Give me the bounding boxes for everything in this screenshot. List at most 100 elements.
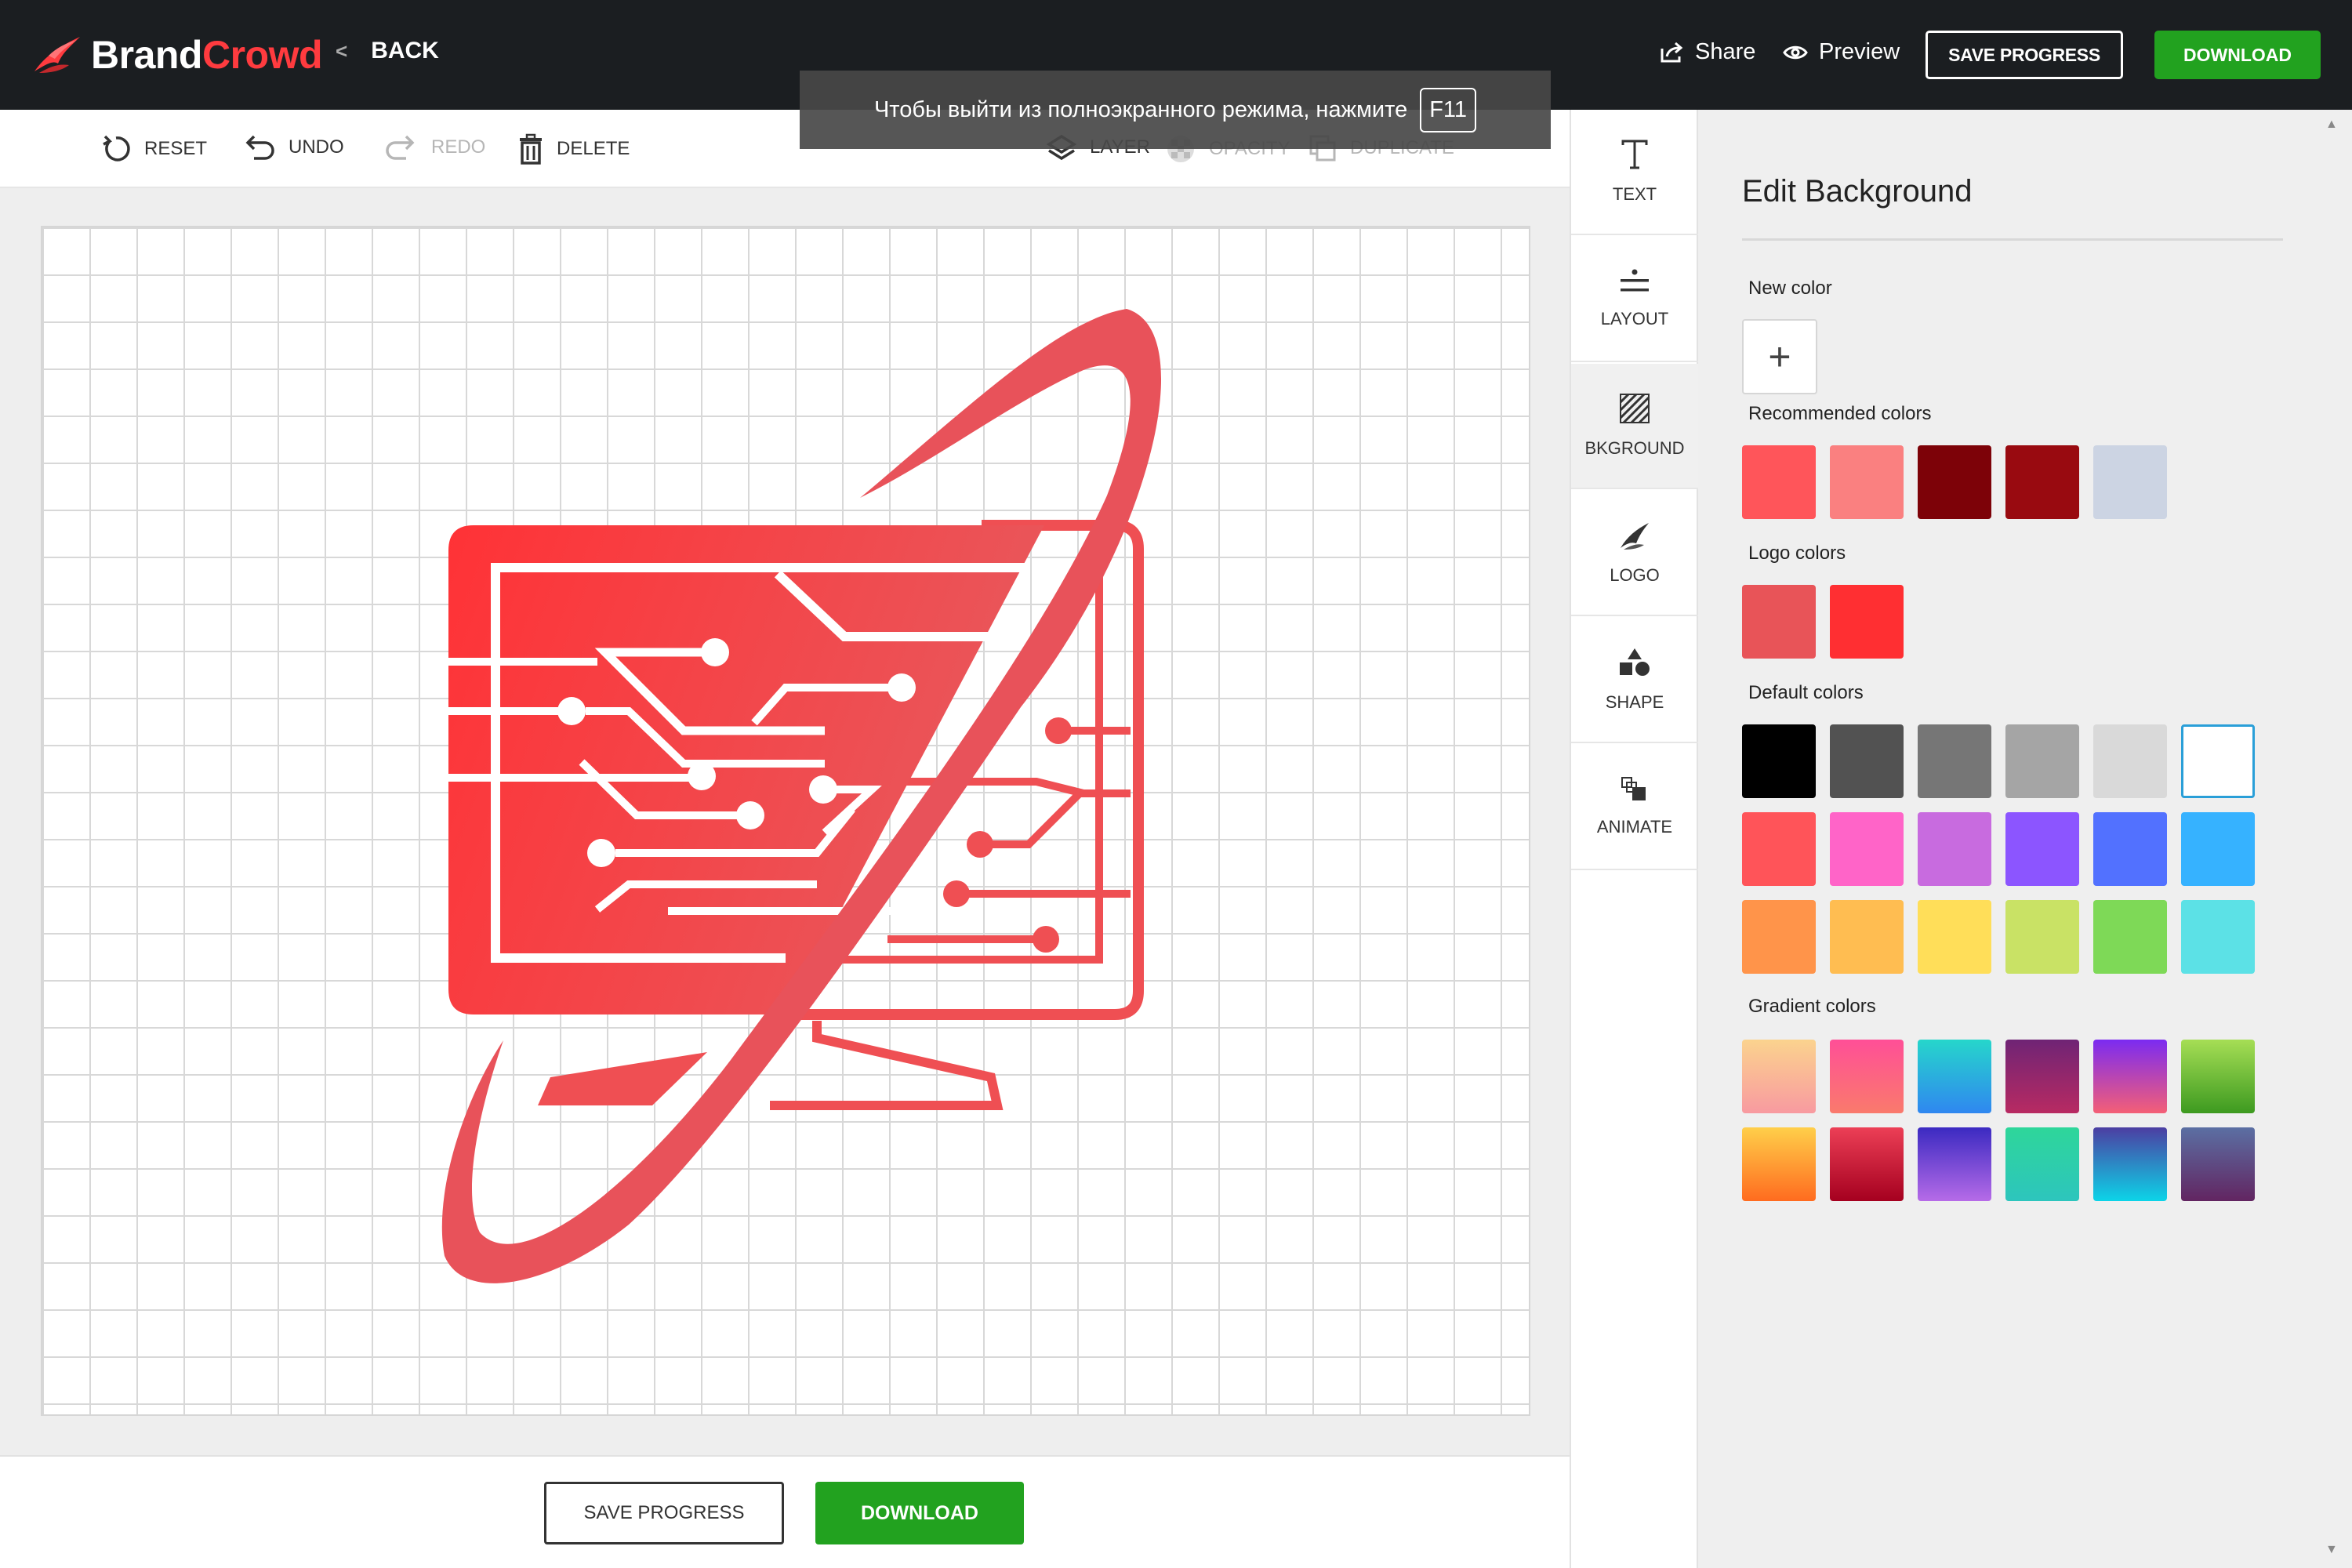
panel-divider [1742, 238, 2283, 241]
chevron-left-icon: < [336, 38, 348, 63]
brand-swoosh-icon [34, 37, 80, 73]
panel-title: Edit Background [1742, 174, 1973, 209]
background-icon [1619, 393, 1650, 424]
default-color-swatch[interactable] [1830, 812, 1904, 886]
gradient-color-swatch[interactable] [1830, 1040, 1904, 1113]
logo-color-swatch[interactable] [1830, 585, 1904, 659]
layout-icon [1621, 269, 1649, 292]
recommended-color-swatch[interactable] [1830, 445, 1904, 519]
rail-item-layout[interactable]: LAYOUT [1571, 237, 1698, 362]
default-color-swatch[interactable] [1918, 812, 1991, 886]
default-color-swatch[interactable] [2181, 812, 2255, 886]
delete-label: DELETE [557, 138, 630, 159]
add-color-button[interactable]: + [1742, 319, 1817, 394]
recommended-colors-label: Recommended colors [1748, 403, 1932, 424]
brandcrowd-logo[interactable]: BrandCrowd [31, 28, 323, 82]
save-progress-button-top[interactable]: SAVE PROGRESS [1926, 31, 2123, 79]
rail-label-text: TEXT [1612, 184, 1657, 204]
default-color-swatch[interactable] [1742, 812, 1816, 886]
logo-color-swatch[interactable] [1742, 585, 1816, 659]
recommended-color-swatch[interactable] [1918, 445, 1991, 519]
design-canvas[interactable] [41, 226, 1530, 1416]
recommended-color-swatch[interactable] [1742, 445, 1816, 519]
toast-key: F11 [1420, 87, 1477, 132]
brand-name-part2: Crowd [201, 33, 323, 77]
rail-item-animate[interactable]: ANIMATE [1571, 745, 1698, 870]
rail-label-shape: SHAPE [1605, 692, 1664, 712]
default-color-swatch[interactable] [2005, 812, 2079, 886]
edit-background-panel: Edit Background New color + Recommended … [1698, 110, 2352, 1568]
gradient-color-swatch[interactable] [1918, 1127, 1991, 1201]
brand-name-part1: Brand [91, 33, 202, 77]
default-color-swatch[interactable] [1918, 724, 1991, 798]
rail-item-shape[interactable]: SHAPE [1571, 618, 1698, 743]
back-button[interactable]: < BACK [336, 38, 439, 64]
logo-colors-label: Logo colors [1748, 543, 1846, 564]
gradient-color-swatch[interactable] [1918, 1040, 1991, 1113]
gradient-color-swatch[interactable] [1742, 1127, 1816, 1201]
gradient-color-swatch[interactable] [2005, 1040, 2079, 1113]
back-label: BACK [371, 38, 439, 64]
default-color-swatch[interactable] [2093, 900, 2167, 974]
rail-label-animate: ANIMATE [1596, 817, 1673, 837]
gradient-color-swatch[interactable] [2181, 1127, 2255, 1201]
bottom-action-bar: SAVE PROGRESS DOWNLOAD [0, 1455, 1570, 1568]
default-color-swatch[interactable] [2181, 724, 2255, 798]
text-icon [1621, 140, 1648, 169]
download-button-bottom[interactable]: DOWNLOAD [815, 1482, 1024, 1544]
reset-icon [103, 135, 130, 162]
gradient-color-swatch[interactable] [2181, 1040, 2255, 1113]
rail-label-background: BKGROUND [1584, 438, 1685, 458]
default-color-swatch[interactable] [2093, 812, 2167, 886]
gradient-color-swatch[interactable] [2093, 1127, 2167, 1201]
computer-circuit-logo[interactable] [42, 227, 1532, 1417]
recommended-color-swatch[interactable] [2093, 445, 2167, 519]
default-color-swatch[interactable] [1918, 900, 1991, 974]
default-color-swatch[interactable] [1830, 724, 1904, 798]
redo-icon [386, 135, 415, 160]
undo-label: UNDO [289, 136, 344, 158]
default-color-swatch[interactable] [2181, 900, 2255, 974]
rail-label-layout: LAYOUT [1600, 309, 1669, 328]
default-color-swatch[interactable] [2093, 724, 2167, 798]
default-colors-label: Default colors [1748, 682, 1864, 703]
default-color-swatch[interactable] [2005, 724, 2079, 798]
scroll-up-arrow[interactable]: ▲ [2325, 118, 2338, 132]
redo-button[interactable]: REDO [384, 133, 485, 162]
logo-icon [1621, 523, 1649, 550]
toast-message: Чтобы выйти из полноэкранного режима, на… [873, 96, 1408, 122]
gradient-color-swatch[interactable] [2005, 1127, 2079, 1201]
canvas-area [0, 188, 1570, 1455]
animate-icon [1621, 777, 1646, 800]
new-color-label: New color [1748, 278, 1832, 299]
gradient-colors-label: Gradient colors [1748, 996, 1876, 1017]
trash-icon [520, 133, 542, 165]
scroll-down-arrow[interactable]: ▼ [2325, 1543, 2338, 1557]
undo-button[interactable]: UNDO [241, 133, 344, 162]
rail-item-background[interactable]: BKGROUND [1571, 364, 1698, 489]
fullscreen-exit-toast: Чтобы выйти из полноэкранного режима, на… [800, 71, 1551, 149]
preview-button[interactable]: Preview [1783, 39, 1900, 65]
save-progress-button-bottom[interactable]: SAVE PROGRESS [544, 1482, 784, 1544]
rail-item-text[interactable]: TEXT [1571, 110, 1698, 235]
default-color-swatch[interactable] [1830, 900, 1904, 974]
download-button-top[interactable]: DOWNLOAD [2154, 31, 2321, 79]
shape-icon [1620, 648, 1650, 676]
default-color-swatch[interactable] [2005, 900, 2079, 974]
redo-label: REDO [431, 136, 486, 158]
default-color-swatch[interactable] [1742, 900, 1816, 974]
share-icon [1661, 42, 1683, 62]
reset-label: RESET [144, 138, 208, 159]
reset-button[interactable]: RESET [100, 133, 207, 165]
gradient-color-swatch[interactable] [1742, 1040, 1816, 1113]
share-button[interactable]: Share [1659, 39, 1755, 65]
rail-item-logo[interactable]: LOGO [1571, 491, 1698, 616]
brand-name: BrandCrowd [91, 32, 323, 78]
recommended-color-swatch[interactable] [2005, 445, 2079, 519]
tool-rail: TEXT LAYOUT BKGROUND LOGO SHAPE ANIMATE [1570, 110, 1698, 1568]
gradient-color-swatch[interactable] [1830, 1127, 1904, 1201]
gradient-color-swatch[interactable] [2093, 1040, 2167, 1113]
default-color-swatch[interactable] [1742, 724, 1816, 798]
delete-button[interactable]: DELETE [517, 133, 630, 165]
eye-icon [1783, 45, 1808, 59]
